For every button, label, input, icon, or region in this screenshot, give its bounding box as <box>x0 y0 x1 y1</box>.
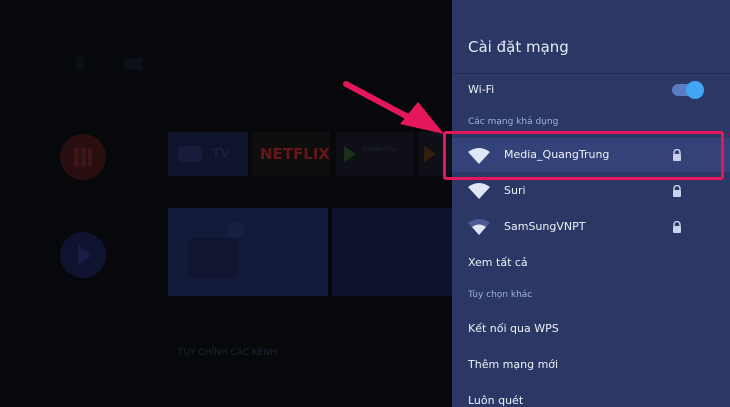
available-networks-heading: Các mạng khả dụng <box>468 117 559 127</box>
see-all-label: Xem tất cả <box>468 256 528 269</box>
panel-title: Cài đặt mạng <box>468 38 569 56</box>
network-name: SamSungVNPT <box>504 220 586 233</box>
network-item-suri[interactable]: Suri <box>452 176 730 206</box>
wps-label: Kết nối qua WPS <box>468 322 559 335</box>
selection-highlight-box <box>443 131 724 180</box>
wps-connect-item[interactable]: Kết nối qua WPS <box>452 318 730 340</box>
always-scan-item[interactable]: Luôn quét <box>452 390 730 407</box>
see-all-networks[interactable]: Xem tất cả <box>452 252 730 274</box>
other-options-heading: Tùy chọn khác <box>468 290 533 300</box>
pointer-arrow-icon <box>343 81 444 134</box>
network-settings-panel: Cài đặt mạng Wi-Fi Các mạng khả dụng Med… <box>452 0 730 407</box>
network-name: Suri <box>504 184 526 197</box>
wifi-icon <box>468 183 490 199</box>
toggle-knob <box>686 81 704 99</box>
wifi-toggle[interactable] <box>672 81 704 99</box>
wifi-icon <box>468 219 490 235</box>
add-network-label: Thêm mạng mới <box>468 358 559 371</box>
wifi-label: Wi-Fi <box>468 83 495 96</box>
lock-icon <box>673 185 681 197</box>
lock-icon <box>673 221 681 233</box>
title-divider <box>452 73 730 74</box>
add-network-item[interactable]: Thêm mạng mới <box>452 354 730 376</box>
network-item-samsungvnpt[interactable]: SamSungVNPT <box>452 212 730 242</box>
always-scan-label: Luôn quét <box>468 394 524 407</box>
dim-overlay <box>0 0 452 407</box>
